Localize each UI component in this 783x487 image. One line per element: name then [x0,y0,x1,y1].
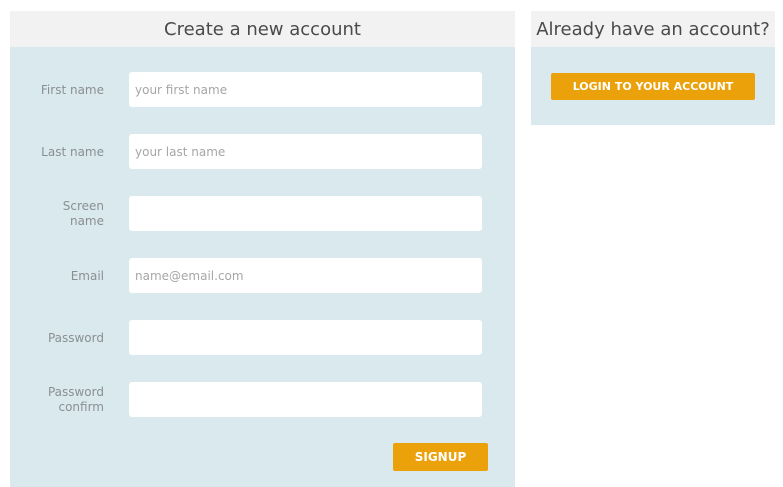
last-name-row: Last name [10,134,515,170]
last-name-label: Last name [41,144,104,159]
screen-name-label: Screen name [62,199,104,228]
login-button[interactable]: LOGIN TO YOUR ACCOUNT [551,73,755,100]
password-confirm-row: Password confirm [10,382,515,418]
first-name-input[interactable] [129,72,482,107]
screen-name-row: Screen name [10,196,515,232]
password-row: Password [10,320,515,356]
password-confirm-label: Password confirm [47,385,104,414]
password-label: Password [47,330,104,345]
screen-name-input[interactable] [129,196,482,231]
first-name-label: First name [40,82,104,97]
email-row: Email [10,258,515,294]
login-panel: Already have an account? LOGIN TO YOUR A… [531,11,775,125]
signup-button[interactable]: SIGNUP [393,443,488,471]
last-name-input[interactable] [129,134,482,169]
email-label: Email [70,268,104,283]
password-input[interactable] [129,320,482,355]
signup-panel: Create a new account First name Last nam… [10,11,515,487]
password-confirm-input[interactable] [129,382,482,417]
email-input[interactable] [129,258,482,293]
signup-title: Create a new account [10,11,515,47]
login-title: Already have an account? [531,11,775,47]
first-name-row: First name [10,72,515,108]
